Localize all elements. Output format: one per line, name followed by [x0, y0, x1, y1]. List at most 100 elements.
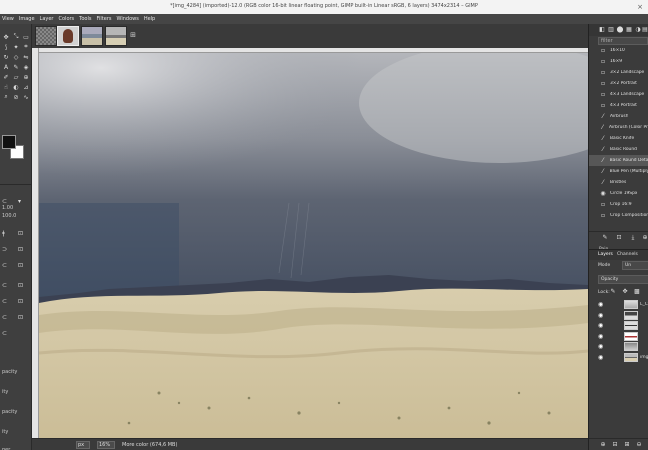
- tab-layers[interactable]: Layers: [598, 252, 613, 257]
- option-toggle-icon[interactable]: ⊂: [2, 197, 16, 207]
- eye-icon[interactable]: ◉: [598, 322, 606, 330]
- option-toggle-icon[interactable]: ⊃: [2, 245, 16, 255]
- option-preset-icon[interactable]: ⊡: [18, 229, 30, 239]
- option-toggle-icon[interactable]: ⊂: [2, 297, 16, 307]
- dock-tab-fonts-icon[interactable]: ⬤: [616, 26, 624, 34]
- eye-icon[interactable]: ◉: [598, 301, 606, 309]
- layer-row[interactable]: ◉: [598, 310, 648, 321]
- menu-windows[interactable]: Windows: [117, 16, 139, 22]
- canvas-area[interactable]: [39, 53, 588, 438]
- lock-position-icon[interactable]: ✥: [621, 288, 629, 296]
- refresh-brush-icon[interactable]: ⊕: [641, 234, 648, 242]
- delete-layer-icon[interactable]: ⊖: [635, 441, 643, 449]
- dock-tab-gradients-icon[interactable]: ▦: [625, 26, 633, 34]
- option-toggle-icon[interactable]: ⊂: [2, 329, 16, 339]
- brush-item[interactable]: ▫ 3×2 Portrait: [589, 78, 648, 89]
- eraser-icon[interactable]: ▱: [11, 72, 21, 82]
- option-value[interactable]: 100.0: [2, 213, 16, 219]
- vertical-ruler[interactable]: [32, 48, 39, 438]
- dock-tab-menu-icon[interactable]: ▤: [641, 26, 648, 34]
- layer-row[interactable]: ◉ img: [598, 352, 648, 363]
- smudge-icon[interactable]: ☝: [1, 82, 11, 92]
- option-preset-icon[interactable]: ⊡: [18, 281, 30, 291]
- option-toggle-icon[interactable]: ǂ: [2, 229, 16, 239]
- measure-icon[interactable]: ⊿: [21, 82, 31, 92]
- image-tab-4[interactable]: [105, 26, 127, 46]
- flip-icon[interactable]: ⇋: [21, 52, 31, 62]
- menu-filters[interactable]: Filters: [97, 16, 112, 22]
- rotate-icon[interactable]: ↻: [1, 52, 11, 62]
- layer-row[interactable]: ◉: [598, 321, 648, 331]
- brush-item[interactable]: ◉ Circle 19Spx: [589, 188, 648, 199]
- image-tab-3[interactable]: [81, 26, 103, 46]
- bucket-fill-icon[interactable]: ◈: [21, 62, 31, 72]
- brush-item[interactable]: ⁄ Bristles: [589, 177, 648, 188]
- eye-icon[interactable]: ◉: [598, 343, 606, 351]
- menu-tools[interactable]: Tools: [79, 16, 91, 22]
- eye-icon[interactable]: ◉: [598, 312, 606, 320]
- alignment-icon[interactable]: ⤡: [11, 32, 21, 42]
- option-preset-icon[interactable]: ▾: [18, 197, 30, 207]
- crop-icon[interactable]: ⌗: [21, 42, 31, 52]
- desert-storm-photo[interactable]: [39, 53, 588, 438]
- option-preset-icon[interactable]: ⊡: [18, 245, 30, 255]
- lock-alpha-icon[interactable]: ▩: [633, 288, 641, 296]
- move-icon[interactable]: ✥: [1, 32, 11, 42]
- menu-image[interactable]: Image: [19, 16, 35, 22]
- warp-icon[interactable]: ∿: [21, 92, 31, 102]
- eye-icon[interactable]: ◉: [598, 333, 606, 341]
- mode-select[interactable]: Un: [622, 261, 648, 270]
- brush-item[interactable]: ⁄ Airbrush: [589, 111, 648, 122]
- fuzzy-select-icon[interactable]: ✦: [11, 42, 21, 52]
- brush-item[interactable]: ▫ 16×10: [589, 45, 648, 56]
- dock-tab-patterns-icon[interactable]: ▥: [607, 26, 615, 34]
- option-toggle-icon[interactable]: ⊂: [2, 313, 16, 323]
- layer-row[interactable]: ◉: [598, 331, 648, 342]
- brush-filter-input[interactable]: filter: [598, 37, 648, 45]
- image-tab-2[interactable]: [57, 26, 79, 46]
- opacity-slider[interactable]: Opacity: [598, 275, 648, 284]
- unit-select[interactable]: px: [76, 441, 90, 449]
- eye-icon[interactable]: ◉: [598, 354, 606, 362]
- tab-menu-icon[interactable]: ⊞: [128, 30, 138, 40]
- rect-select-icon[interactable]: ▭: [21, 32, 31, 42]
- color-picker-icon[interactable]: ⊘: [11, 92, 21, 102]
- lock-pixels-icon[interactable]: ✎: [609, 288, 617, 296]
- menu-view[interactable]: View: [2, 16, 14, 22]
- brush-item[interactable]: ⁄ Airbrush (Color Prom: [589, 122, 648, 133]
- zoom-select[interactable]: 16%: [97, 441, 115, 449]
- tab-channels[interactable]: Channels: [617, 252, 638, 257]
- brush-item[interactable]: ▫ Crop 16:9: [589, 199, 648, 210]
- dodge-icon[interactable]: ◐: [11, 82, 21, 92]
- layer-name[interactable]: img: [640, 355, 648, 360]
- new-brush-icon[interactable]: ⊡: [615, 234, 623, 242]
- lasso-icon[interactable]: ⟆: [1, 42, 11, 52]
- menu-colors[interactable]: Colors: [59, 16, 75, 22]
- option-preset-icon[interactable]: ⊡: [18, 297, 30, 307]
- layer-row[interactable]: ◉ L_C: [598, 300, 648, 310]
- raise-layer-icon[interactable]: ⊟: [611, 441, 619, 449]
- option-preset-icon[interactable]: ⊡: [18, 261, 30, 271]
- brush-item[interactable]: ⁄ Basic Knife: [589, 133, 648, 144]
- menu-help[interactable]: Help: [144, 16, 155, 22]
- clone-icon[interactable]: ⊕: [21, 72, 31, 82]
- close-icon[interactable]: ×: [635, 2, 645, 12]
- option-toggle-icon[interactable]: ⊂: [2, 261, 16, 271]
- fg-bg-colors[interactable]: [2, 135, 28, 165]
- new-layer-icon[interactable]: ⊕: [599, 441, 607, 449]
- foreground-color[interactable]: [2, 135, 16, 149]
- brush-item[interactable]: ▫ 16×9: [589, 56, 648, 67]
- menu-layer[interactable]: Layer: [40, 16, 54, 22]
- option-toggle-icon[interactable]: ⊂: [2, 281, 16, 291]
- layer-name[interactable]: L_C: [640, 302, 648, 307]
- brush-item[interactable]: ▫ 4×3 Portrait: [589, 100, 648, 111]
- brush-item[interactable]: ▫ 4×3 Landscape: [589, 89, 648, 100]
- brush-item[interactable]: ⁄ Blue Pen (Multiply): [589, 166, 648, 177]
- paths-icon[interactable]: ✎: [11, 62, 21, 72]
- zoom-icon[interactable]: ⌕: [1, 92, 11, 102]
- dock-tab-brushes-icon[interactable]: ◧: [598, 26, 606, 34]
- cage-icon[interactable]: ◇: [11, 52, 21, 62]
- brush-item[interactable]: ▫ 3×2 Landscape: [589, 67, 648, 78]
- option-preset-icon[interactable]: ⊡: [18, 313, 30, 323]
- layer-row[interactable]: ◉: [598, 342, 648, 352]
